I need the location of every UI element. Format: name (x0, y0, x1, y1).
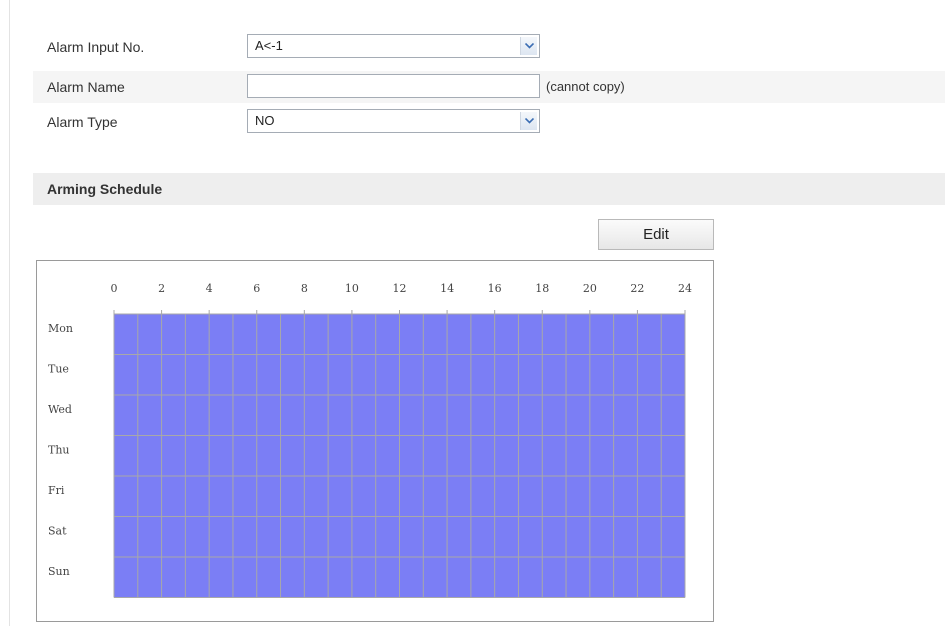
hour-tick-label: 14 (440, 282, 454, 295)
alarm-name-row: Alarm Name (cannot copy) (33, 71, 945, 103)
edit-button[interactable]: Edit (598, 219, 714, 250)
arming-schedule-title: Arming Schedule (47, 181, 163, 197)
chevron-down-icon[interactable] (520, 112, 537, 130)
hour-tick-label: 20 (583, 282, 597, 295)
day-label-mon: Mon (48, 322, 73, 335)
schedule-grid-panel: 0 2 4 6 8 10 12 14 16 18 20 22 24 Mon Tue Wed Thu Fri Sat S… (36, 260, 714, 622)
alarm-name-hint: (cannot copy) (546, 79, 625, 94)
left-divider (9, 0, 10, 626)
schedule-grid[interactable]: 0 2 4 6 8 10 12 14 16 18 20 22 24MonTueWedThuFriSatS… (37, 261, 713, 621)
alarm-name-input[interactable] (247, 74, 540, 98)
alarm-type-select[interactable]: NO (247, 109, 540, 133)
day-label-fri: Fri (48, 484, 65, 497)
day-label-wed: Wed (48, 403, 72, 416)
alarm-input-select[interactable]: A<-1 (247, 34, 540, 58)
alarm-type-value: NO (255, 113, 275, 128)
alarm-name-label: Alarm Name (47, 79, 125, 95)
hour-tick-label: 24 (678, 282, 692, 295)
day-label-sun: Sun (48, 565, 70, 578)
alarm-type-row: Alarm Type NO (33, 106, 945, 138)
hour-tick-label: 6 (253, 282, 260, 295)
hour-tick-label: 22 (630, 282, 644, 295)
chevron-down-icon[interactable] (520, 37, 537, 55)
hour-tick-label: 2 (158, 282, 165, 295)
hour-tick-label: 0 (111, 282, 118, 295)
hour-tick-label: 18 (535, 282, 549, 295)
arming-schedule-header: Arming Schedule (33, 173, 945, 205)
hour-tick-label: 4 (206, 282, 213, 295)
hour-tick-label: 10 (345, 282, 359, 295)
day-label-thu: Thu (48, 444, 70, 457)
day-label-sat: Sat (48, 525, 67, 538)
hour-tick-label: 8 (301, 282, 308, 295)
hour-tick-label: 12 (393, 282, 407, 295)
hour-tick-label: 16 (488, 282, 502, 295)
alarm-input-label: Alarm Input No. (47, 39, 145, 55)
alarm-type-label: Alarm Type (47, 114, 118, 130)
day-label-tue: Tue (48, 363, 69, 376)
alarm-input-value: A<-1 (255, 38, 283, 53)
alarm-input-row: Alarm Input No. A<-1 (33, 31, 945, 63)
